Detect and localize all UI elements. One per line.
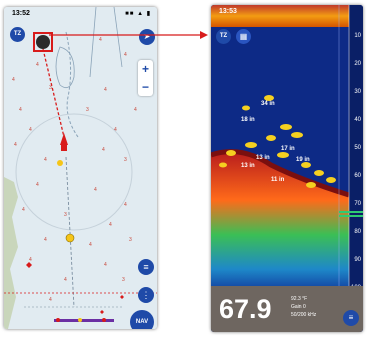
status-bar: 13:53 <box>211 5 363 18</box>
depth-readout: 67.9 92.3 °F Gain 0 50/200 kHz ≡ <box>211 286 363 332</box>
sonar-screen: 13:53 TZ ▦ 102030405060708090100 34 in18… <box>211 5 363 332</box>
depth-tick-label: 70 <box>354 201 361 207</box>
fish-size-label: 18 in <box>241 117 255 123</box>
depth-tick-label: 20 <box>354 61 361 67</box>
depth-tick-label: 40 <box>354 117 361 123</box>
depth-tick-label: 50 <box>354 145 361 151</box>
water-temp: 92.3 °F <box>291 296 308 302</box>
fish-size-label: 13 in <box>241 163 255 169</box>
depth-value: 67.9 <box>219 294 272 324</box>
status-time: 13:53 <box>219 8 237 15</box>
depth-tick-label: 30 <box>354 89 361 95</box>
fish-size-label: 13 in <box>256 155 270 161</box>
sonar-display[interactable] <box>211 5 363 332</box>
map-icon[interactable]: ▦ <box>236 29 251 44</box>
depth-tick-label: 60 <box>354 173 361 179</box>
gain-value: Gain 0 <box>291 304 306 310</box>
depth-tick-label: 10 <box>354 33 361 39</box>
tz-button[interactable]: TZ <box>216 29 231 44</box>
fish-size-label: 17 in <box>281 146 295 152</box>
depth-tick-label: 90 <box>354 257 361 263</box>
fish-size-label: 34 in <box>261 101 275 107</box>
depth-tick-label: 80 <box>354 229 361 235</box>
fish-size-label: 11 in <box>271 177 285 183</box>
layers-button[interactable]: ≡ <box>343 310 359 326</box>
frequency: 50/200 kHz <box>291 312 317 318</box>
fish-size-label: 19 in <box>296 157 310 163</box>
